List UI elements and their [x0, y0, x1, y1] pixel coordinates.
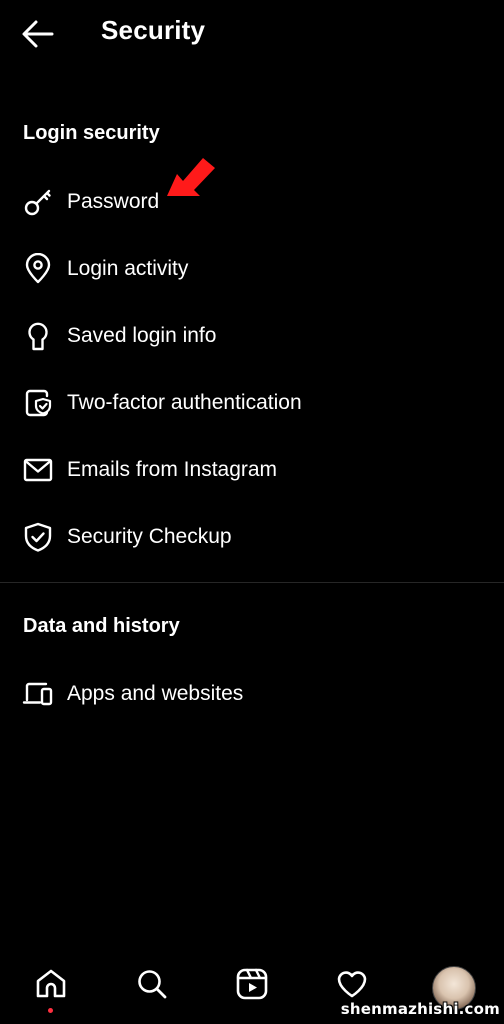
devices-icon: [21, 677, 55, 711]
menu-item-label: Login activity: [67, 257, 189, 280]
search-icon: [138, 970, 167, 999]
page-title: Security: [101, 15, 206, 45]
watermark: shenmazhishi.com: [340, 1000, 500, 1018]
menu-item-apps-and-websites[interactable]: Apps and websites: [0, 666, 504, 722]
menu-item-label: Password: [67, 190, 160, 213]
annotation-arrow-icon: [167, 158, 215, 196]
section-title-login-security: Login security: [23, 122, 160, 144]
key-icon: [21, 185, 55, 219]
menu-item-label: Security Checkup: [67, 525, 232, 548]
menu-item-password[interactable]: Password: [0, 174, 504, 230]
nav-reels-button[interactable]: [232, 964, 272, 1004]
arrow-left-icon: [22, 20, 54, 48]
phone-shield-icon: [21, 386, 55, 420]
menu-item-saved-login-info[interactable]: Saved login info: [0, 308, 504, 364]
menu-item-emails-from-instagram[interactable]: Emails from Instagram: [0, 442, 504, 498]
menu-item-two-factor-authentication[interactable]: Two-factor authentication: [0, 375, 504, 431]
reels-icon: [236, 968, 268, 1000]
menu-item-label: Saved login info: [67, 324, 217, 347]
keyhole-icon: [21, 319, 55, 353]
back-button[interactable]: [18, 14, 62, 54]
envelope-icon: [21, 453, 55, 487]
section-divider: [0, 582, 504, 583]
menu-item-label: Apps and websites: [67, 682, 244, 705]
heart-icon: [337, 971, 367, 998]
nav-search-button[interactable]: [132, 964, 172, 1004]
nav-home-button[interactable]: [31, 964, 71, 1004]
notification-dot: [48, 1008, 53, 1013]
menu-item-security-checkup[interactable]: Security Checkup: [0, 509, 504, 565]
shield-check-icon: [21, 520, 55, 554]
section-title-data-and-history: Data and history: [23, 615, 180, 637]
menu-item-label: Emails from Instagram: [67, 458, 278, 481]
nav-activity-button[interactable]: [332, 964, 372, 1004]
home-icon: [36, 969, 66, 998]
header: Security: [0, 0, 504, 70]
menu-item-label: Two-factor authentication: [67, 391, 302, 414]
location-pin-icon: [21, 252, 55, 286]
menu-item-login-activity[interactable]: Login activity: [0, 241, 504, 297]
